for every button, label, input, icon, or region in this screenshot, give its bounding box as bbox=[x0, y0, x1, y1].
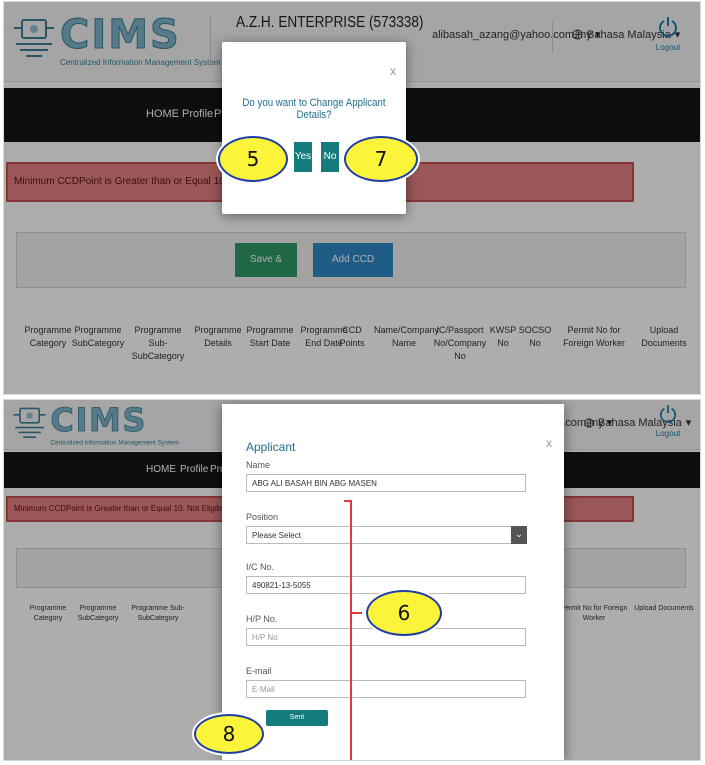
screenshot-confirm-dialog: CIMS Centralized Information Management … bbox=[4, 2, 700, 394]
form-title: Applicant bbox=[246, 440, 296, 454]
close-icon[interactable]: x bbox=[546, 436, 552, 450]
applicant-dialog: x Applicant Name Position Please Select … bbox=[222, 404, 564, 760]
hp-label: H/P No. bbox=[246, 614, 278, 624]
email-field[interactable] bbox=[246, 680, 526, 698]
ic-label: I/C No. bbox=[246, 562, 275, 572]
yes-button[interactable]: Yes bbox=[294, 142, 312, 172]
position-select[interactable]: Please Select ⌄ bbox=[246, 526, 527, 544]
name-field[interactable] bbox=[246, 474, 526, 492]
name-label: Name bbox=[246, 460, 271, 470]
no-button[interactable]: No bbox=[321, 142, 339, 172]
callout-6: 6 bbox=[366, 590, 442, 636]
submit-button[interactable]: Sent bbox=[266, 710, 328, 726]
chevron-down-icon: ⌄ bbox=[511, 526, 527, 544]
callout-8: 8 bbox=[194, 714, 264, 754]
callout-5: 5 bbox=[218, 136, 288, 182]
ic-field[interactable] bbox=[246, 576, 526, 594]
bracket-arrow bbox=[352, 612, 362, 614]
fields-bracket bbox=[344, 500, 352, 760]
confirm-dialog: x Do you want to Change Applicant Detail… bbox=[222, 42, 406, 214]
callout-7: 7 bbox=[344, 136, 418, 182]
close-icon[interactable]: x bbox=[390, 64, 396, 78]
position-selected: Please Select bbox=[252, 531, 301, 540]
email-label: E-mail bbox=[246, 666, 272, 676]
position-label: Position bbox=[246, 512, 279, 522]
confirm-message: Do you want to Change Applicant Details? bbox=[242, 97, 386, 121]
screenshot-applicant-form: CIMS Centralized Information Management … bbox=[4, 400, 700, 760]
